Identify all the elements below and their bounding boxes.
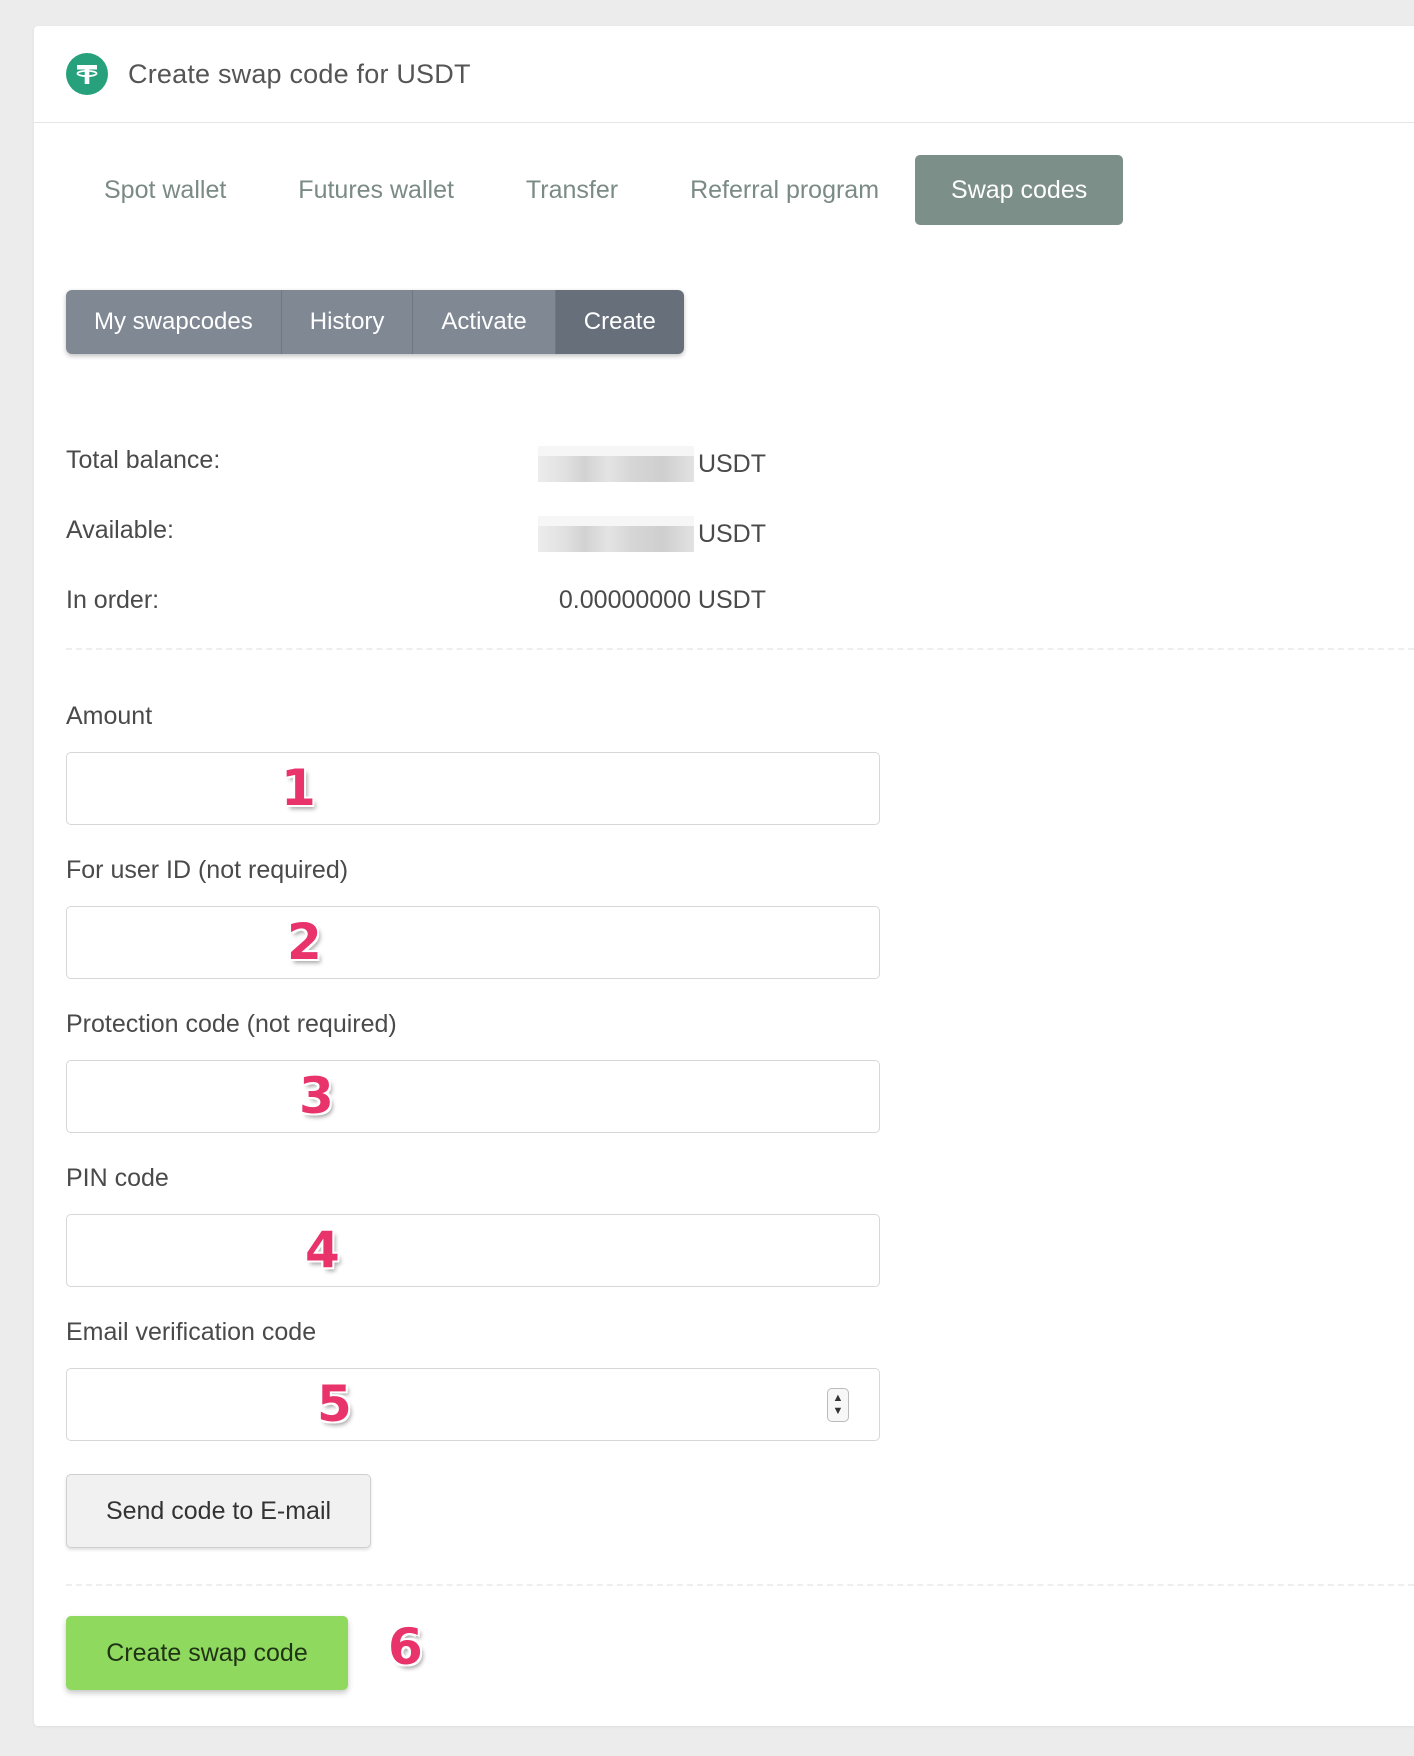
step-marker-6: 6 — [388, 1618, 423, 1676]
pin-code-input[interactable]: 4 — [66, 1214, 880, 1287]
step-marker-5: 5 — [317, 1375, 352, 1433]
tab-spot-wallet[interactable]: Spot wallet — [68, 155, 262, 225]
tab-transfer[interactable]: Transfer — [490, 155, 654, 225]
step-marker-3: 3 — [299, 1067, 334, 1125]
page-title: Create swap code for USDT — [128, 58, 471, 89]
swapcode-subtabs: My swapcodes History Activate Create — [66, 290, 684, 354]
step-marker-4: 4 — [305, 1221, 340, 1279]
divider — [66, 648, 1414, 650]
tether-icon — [66, 53, 108, 95]
pin-code-field-group: PIN code 4 — [66, 1164, 880, 1287]
chevron-up-icon[interactable]: ▲ — [833, 1392, 844, 1405]
in-order-label: In order: — [66, 586, 160, 614]
amount-label: Amount — [66, 702, 153, 730]
subtab-my-swapcodes[interactable]: My swapcodes — [66, 290, 282, 354]
chevron-down-icon[interactable]: ▼ — [833, 1405, 844, 1418]
redacted-amount — [537, 446, 694, 482]
total-balance-row: Total balance: USDT — [66, 446, 766, 516]
user-id-label: For user ID (not required) — [66, 856, 349, 884]
total-balance-label: Total balance: — [66, 446, 221, 474]
create-swap-code-button[interactable]: Create swap code — [66, 1616, 348, 1690]
subtab-activate[interactable]: Activate — [413, 290, 556, 354]
available-value: USDT — [537, 516, 766, 552]
step-marker-2: 2 — [287, 913, 322, 971]
protection-code-input[interactable]: 3 — [66, 1060, 880, 1133]
pin-code-label: PIN code — [66, 1164, 169, 1192]
send-code-button[interactable]: Send code to E-mail — [66, 1474, 371, 1548]
email-code-label: Email verification code — [66, 1318, 317, 1346]
amount-input[interactable]: 1 — [66, 752, 880, 825]
card-header: Create swap code for USDT — [34, 26, 1414, 123]
swap-code-card: Create swap code for USDT Spot wallet Fu… — [34, 26, 1414, 1726]
protection-code-label: Protection code (not required) — [66, 1010, 397, 1038]
email-code-input[interactable]: 5 ▲ ▼ — [66, 1368, 880, 1441]
divider — [66, 1584, 1414, 1586]
tab-swap-codes[interactable]: Swap codes — [915, 155, 1124, 225]
total-balance-value: USDT — [537, 446, 766, 482]
available-currency: USDT — [697, 519, 766, 548]
total-balance-currency: USDT — [697, 449, 766, 478]
step-marker-1: 1 — [281, 759, 316, 817]
subtab-history[interactable]: History — [281, 290, 414, 354]
available-row: Available: USDT — [66, 516, 766, 586]
balance-summary: Total balance: USDT Available: USDT In o… — [66, 446, 766, 656]
in-order-value: 0.00000000 USDT — [558, 586, 766, 614]
subtab-create[interactable]: Create — [555, 290, 684, 354]
user-id-field-group: For user ID (not required) 2 — [66, 856, 880, 979]
redacted-amount — [537, 516, 694, 552]
tab-referral-program[interactable]: Referral program — [654, 155, 915, 225]
protection-code-field-group: Protection code (not required) 3 — [66, 1010, 880, 1133]
available-label: Available: — [66, 516, 174, 544]
main-tabs: Spot wallet Futures wallet Transfer Refe… — [68, 155, 1124, 225]
user-id-input[interactable]: 2 — [66, 906, 880, 979]
in-order-row: In order: 0.00000000 USDT — [66, 586, 766, 656]
number-stepper[interactable]: ▲ ▼ — [827, 1388, 849, 1422]
amount-field-group: Amount 1 — [66, 702, 880, 825]
email-code-field-group: Email verification code 5 ▲ ▼ — [66, 1318, 880, 1441]
tab-futures-wallet[interactable]: Futures wallet — [262, 155, 490, 225]
